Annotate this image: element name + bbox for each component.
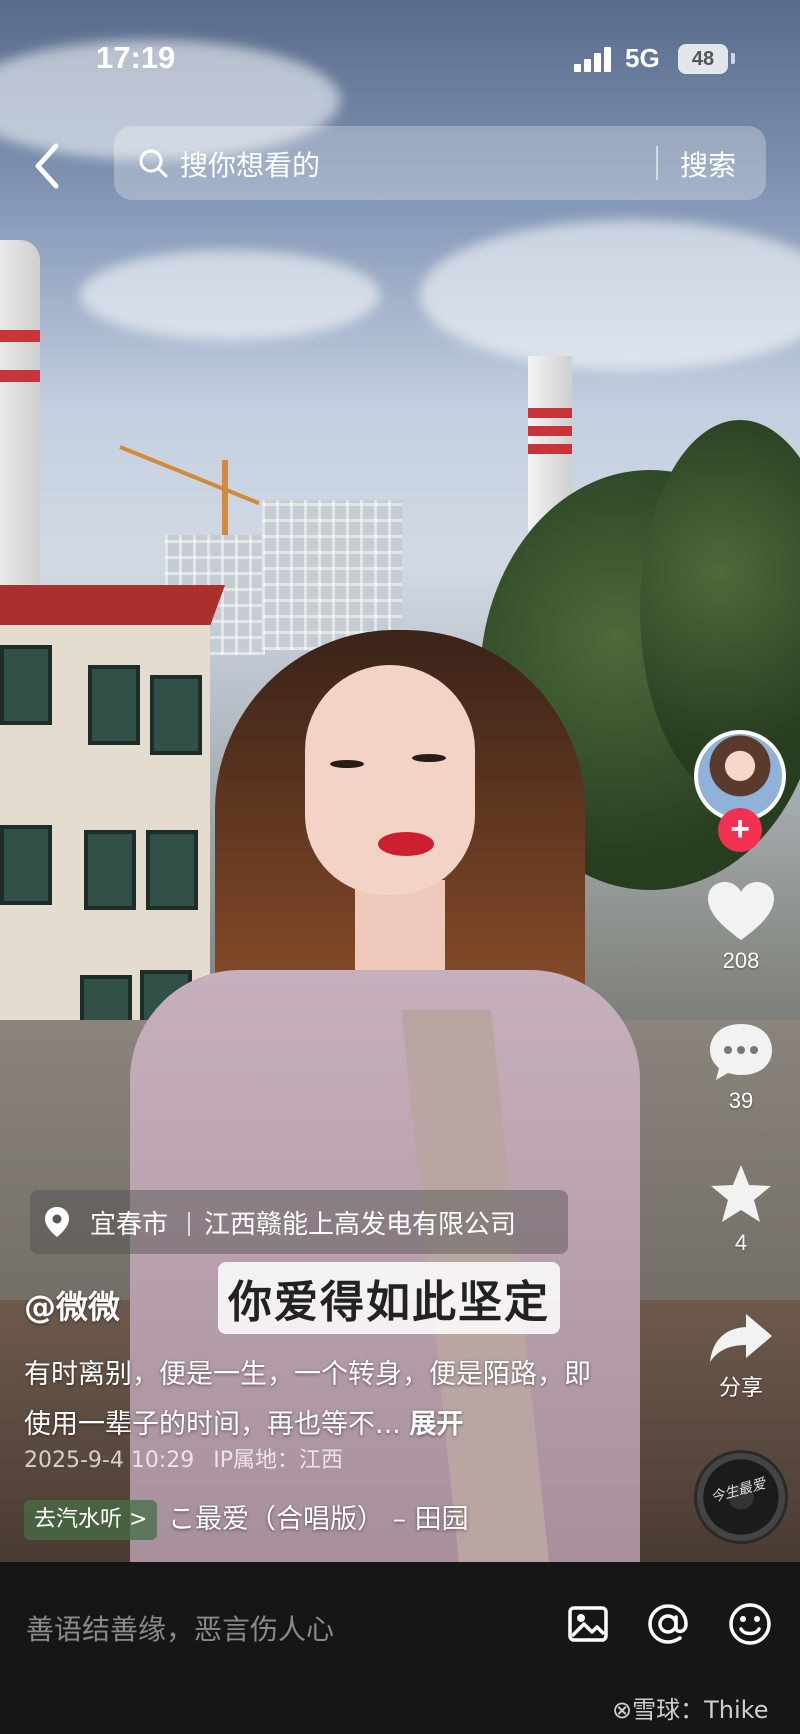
star-icon [711, 1165, 771, 1222]
author-name[interactable]: @微微 [24, 1282, 120, 1328]
follow-button[interactable]: + [718, 808, 762, 852]
cloud [80, 250, 380, 340]
cloud [420, 220, 800, 370]
person-eye [330, 760, 364, 768]
network-type: 5G [625, 43, 660, 73]
share-icon [710, 1314, 772, 1362]
caption-text: 有时离别，便是一生，一个转身，便是陌路，即使用一辈子的时间，再也等不... [24, 1359, 591, 1440]
music-title[interactable]: こ最爱（合唱版） – 田园 [168, 1500, 469, 1540]
comment-icon [710, 1024, 772, 1080]
search-button[interactable]: 搜索 [680, 144, 736, 184]
music-app-tag[interactable]: 去汽水听 > [24, 1500, 158, 1540]
favorite-count: 4 [734, 1230, 748, 1255]
comment-count: 39 [728, 1088, 754, 1113]
comment-button[interactable]: 39 [696, 1020, 786, 1114]
person-lips [378, 832, 434, 856]
back-icon[interactable] [28, 138, 68, 194]
watermark: ⊗雪球：Thike [612, 1696, 769, 1724]
location-city: 宜春市 [90, 1210, 169, 1240]
location-poi: 江西赣能上高发电有限公司 [204, 1210, 517, 1240]
ip-location: IP属地：江西 [213, 1448, 344, 1473]
status-bar: 17:19 5G 48 [0, 0, 800, 110]
plus-icon: + [730, 810, 750, 848]
post-datetime: 2025-9-4 10:29 [24, 1448, 195, 1473]
location-pin-icon [44, 1206, 70, 1238]
person-eye [412, 754, 446, 762]
building [0, 585, 225, 1055]
video-subtitle: 你爱得如此坚定 [218, 1262, 560, 1334]
share-button[interactable]: 分享 [696, 1310, 786, 1402]
like-count: 208 [722, 948, 760, 973]
person-face [305, 665, 475, 895]
at-icon[interactable] [644, 1600, 692, 1648]
video-caption: 有时离别，便是一生，一个转身，便是陌路，即使用一辈子的时间，再也等不... 展开 [24, 1350, 614, 1450]
comment-bar: 善语结善缘，恶言伤人心 ⊗雪球：Thike [0, 1562, 800, 1734]
expand-link[interactable]: 展开 [409, 1409, 463, 1440]
signal-icon [574, 46, 614, 72]
post-meta: 2025-9-4 10:29 IP属地：江西 [24, 1442, 343, 1474]
search-input[interactable]: 搜你想看的 [180, 144, 320, 184]
search-bar[interactable]: 搜你想看的 搜索 [114, 126, 766, 200]
crane-arm [119, 445, 260, 506]
location-tag[interactable]: 宜春市 江西赣能上高发电有限公司 [30, 1190, 568, 1254]
share-label: 分享 [718, 1376, 763, 1401]
scaffold [262, 500, 402, 650]
emoji-icon[interactable] [726, 1600, 774, 1648]
image-icon[interactable] [564, 1600, 612, 1648]
location-divider [188, 1212, 190, 1236]
battery-icon: 48 [678, 44, 728, 74]
heart-icon [708, 882, 774, 940]
like-button[interactable]: 208 [696, 880, 786, 974]
favorite-button[interactable]: 4 [696, 1162, 786, 1256]
battery-tip [731, 53, 735, 64]
search-divider [656, 146, 658, 180]
cooling-tower [0, 240, 40, 600]
comment-input[interactable]: 善语结善缘，恶言伤人心 [26, 1608, 334, 1648]
status-time: 17:19 [96, 40, 176, 75]
search-icon [138, 148, 168, 178]
